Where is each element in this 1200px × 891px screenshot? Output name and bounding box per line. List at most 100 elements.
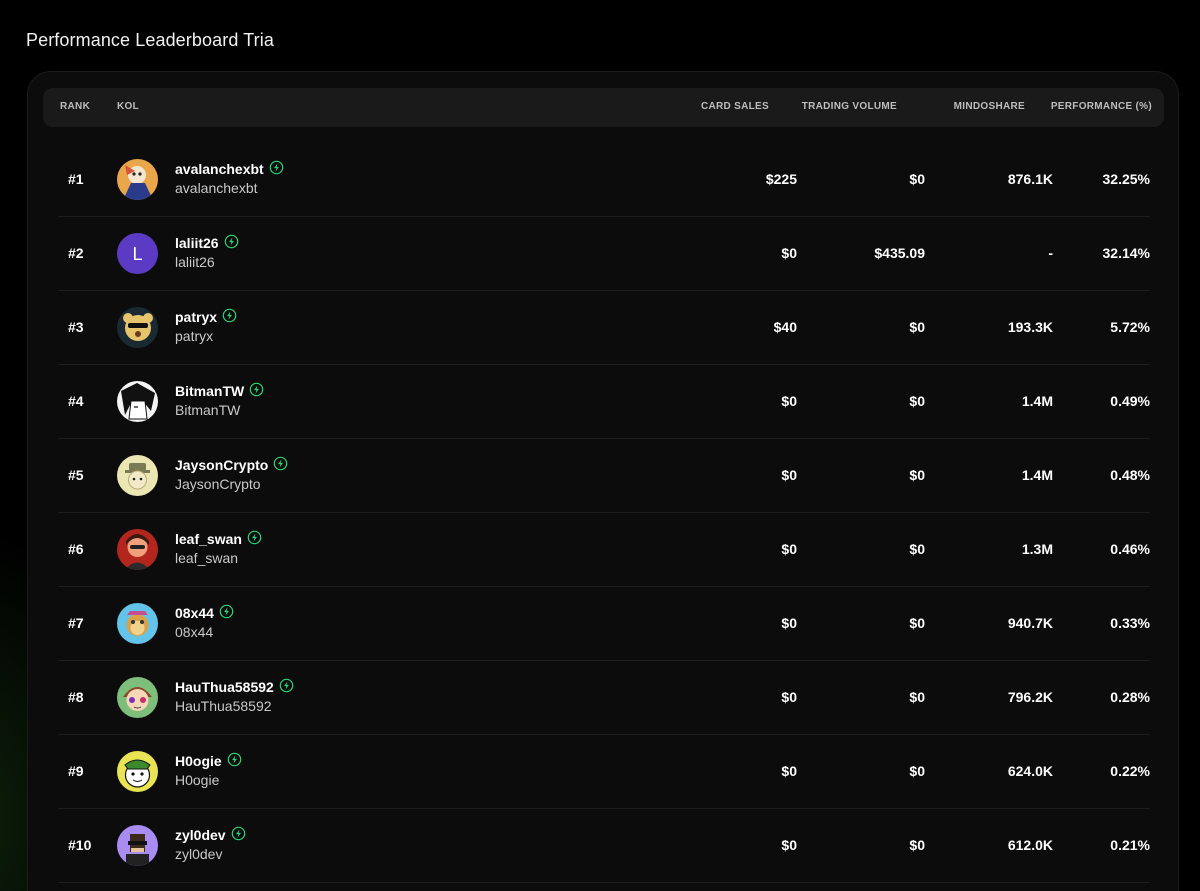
kol-name[interactable]: zyl0dev	[175, 826, 246, 844]
verified-bolt-icon	[247, 530, 262, 548]
card-sales-cell: $0	[781, 467, 797, 483]
trading-volume-cell: $0	[909, 467, 925, 483]
mindoshare-cell: 940.7K	[1007, 615, 1053, 631]
table-row[interactable]: #9 H0ogie H0ogie $0 $0 624.0K 0.22%	[58, 735, 1150, 809]
header-mindoshare[interactable]: MINDOSHARE	[954, 101, 1025, 112]
trading-volume-cell: $0	[909, 171, 925, 187]
table-row[interactable]: #2 Llaliit26 laliit26 $0 $435.09 - 32.14%	[58, 217, 1150, 291]
header-trading-volume[interactable]: TRADING VOLUME	[802, 101, 897, 112]
table-row[interactable]: #1 avalanchexbt avalanchexbt $225 $0 876.1K 32…	[58, 143, 1150, 217]
avatar-illustrated-icon[interactable]	[117, 159, 158, 200]
kol-name-label: 08x44	[175, 605, 214, 621]
card-sales-cell: $0	[781, 393, 797, 409]
page-title: Performance Leaderboard Tria	[26, 30, 274, 50]
mindoshare-cell: 624.0K	[1007, 763, 1053, 779]
verified-bolt-icon	[249, 382, 264, 400]
performance-cell: 0.48%	[1110, 467, 1150, 483]
avatar-hat-icon[interactable]	[117, 455, 158, 496]
header-card-sales[interactable]: CARD SALES	[701, 101, 769, 112]
trading-volume-cell: $0	[909, 393, 925, 409]
rank-cell: #4	[68, 393, 84, 409]
avatar-anime-icon[interactable]	[117, 677, 158, 718]
mindoshare-cell: -	[1048, 245, 1053, 261]
performance-cell: 0.33%	[1110, 615, 1150, 631]
performance-cell: 0.28%	[1110, 689, 1150, 705]
leaderboard-panel: RANK KOL CARD SALES TRADING VOLUME MINDO…	[27, 71, 1179, 891]
kol-name-label: JaysonCrypto	[175, 457, 269, 473]
card-sales-cell: $225	[765, 171, 797, 187]
performance-cell: 5.72%	[1110, 319, 1150, 335]
performance-cell: 0.46%	[1110, 541, 1150, 557]
trading-volume-cell: $435.09	[874, 245, 925, 261]
kol-handle: laliit26	[175, 254, 215, 270]
performance-cell: 0.49%	[1110, 393, 1150, 409]
table-row[interactable]: #3 patryx patryx $40 $0 193.3K 5.72%	[58, 291, 1150, 365]
card-sales-cell: $0	[781, 763, 797, 779]
rank-cell: #8	[68, 689, 84, 705]
rank-cell: #1	[68, 171, 84, 187]
avatar-letter: L	[132, 244, 142, 264]
avatar-portrait-icon[interactable]	[117, 529, 158, 570]
kol-name-label: HauThua58592	[175, 679, 274, 695]
rank-cell: #3	[68, 319, 84, 335]
mindoshare-cell: 193.3K	[1007, 319, 1053, 335]
rank-cell: #9	[68, 763, 84, 779]
kol-name-label: H0ogie	[175, 753, 222, 769]
verified-bolt-icon	[231, 826, 246, 844]
avatar-letter-icon[interactable]: L	[117, 233, 158, 274]
kol-handle: JaysonCrypto	[175, 476, 261, 492]
avatar-cartoon-icon[interactable]	[117, 751, 158, 792]
kol-name[interactable]: H0ogie	[175, 752, 242, 770]
verified-bolt-icon	[269, 160, 284, 178]
rank-cell: #2	[68, 245, 84, 261]
performance-cell: 32.14%	[1102, 245, 1150, 261]
trading-volume-cell: $0	[909, 615, 925, 631]
kol-name[interactable]: laliit26	[175, 234, 239, 252]
verified-bolt-icon	[279, 678, 294, 696]
verified-bolt-icon	[222, 308, 237, 326]
mindoshare-cell: 1.3M	[1021, 541, 1053, 557]
avatar-pixel-icon[interactable]	[117, 825, 158, 866]
header-kol[interactable]: KOL	[117, 101, 139, 112]
kol-handle: HauThua58592	[175, 698, 272, 714]
card-sales-cell: $0	[781, 615, 797, 631]
kol-name[interactable]: avalanchexbt	[175, 160, 284, 178]
trading-volume-cell: $0	[909, 689, 925, 705]
table-row[interactable]: #10 zyl0dev zyl0dev $0 $0 612.0K 0.21%	[58, 809, 1150, 883]
kol-name-label: laliit26	[175, 235, 219, 251]
kol-name[interactable]: HauThua58592	[175, 678, 294, 696]
kol-handle: BitmanTW	[175, 402, 241, 418]
verified-bolt-icon	[227, 752, 242, 770]
kol-name[interactable]: JaysonCrypto	[175, 456, 288, 474]
avatar-ape-icon[interactable]	[117, 603, 158, 644]
kol-name[interactable]: 08x44	[175, 604, 234, 622]
table-row[interactable]: #7 08x44 08x44 $0 $0 940.7K 0.33%	[58, 587, 1150, 661]
kol-name[interactable]: BitmanTW	[175, 382, 264, 400]
kol-handle: 08x44	[175, 624, 214, 640]
table-row[interactable]: #8 HauThua58592 HauThua58592 $0 $0 796.2K 0.28…	[58, 661, 1150, 735]
rank-cell: #7	[68, 615, 84, 631]
card-sales-cell: $40	[773, 319, 797, 335]
performance-cell: 0.22%	[1110, 763, 1150, 779]
verified-bolt-icon	[224, 234, 239, 252]
card-sales-cell: $0	[781, 689, 797, 705]
rank-cell: #10	[68, 837, 92, 853]
avatar-manga-icon[interactable]	[117, 381, 158, 422]
table-body: #1 avalanchexbt avalanchexbt $225 $0 876.1K 32…	[58, 143, 1150, 883]
kol-name-label: patryx	[175, 309, 218, 325]
avatar-bear-icon[interactable]	[117, 307, 158, 348]
card-sales-cell: $0	[781, 837, 797, 853]
table-row[interactable]: #5 JaysonCrypto JaysonCrypto $0 $0 1.4M 0.48%	[58, 439, 1150, 513]
kol-name[interactable]: patryx	[175, 308, 237, 326]
table-row[interactable]: #4 BitmanTW BitmanTW $0 $0 1.4M 0.49%	[58, 365, 1150, 439]
table-row[interactable]: #6 leaf_swan leaf_swan $0 $0 1.3M 0.46%	[58, 513, 1150, 587]
kol-handle: H0ogie	[175, 772, 220, 788]
header-performance[interactable]: PERFORMANCE (%)	[1051, 101, 1152, 112]
kol-name[interactable]: leaf_swan	[175, 530, 262, 548]
kol-handle: patryx	[175, 328, 214, 344]
card-sales-cell: $0	[781, 245, 797, 261]
header-rank[interactable]: RANK	[60, 101, 90, 112]
performance-cell: 32.25%	[1102, 171, 1150, 187]
mindoshare-cell: 1.4M	[1021, 467, 1053, 483]
table-header: RANK KOL CARD SALES TRADING VOLUME MINDO…	[43, 88, 1164, 127]
